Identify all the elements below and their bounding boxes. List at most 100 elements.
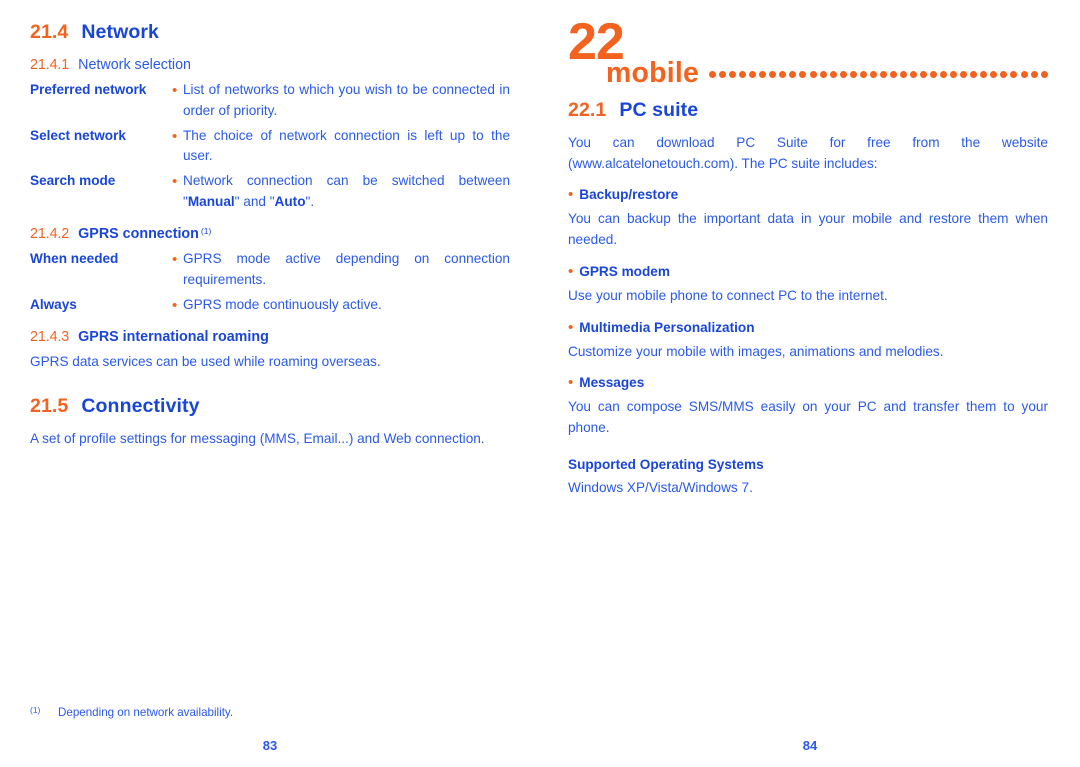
bullet-icon: •	[568, 318, 574, 336]
leader-dot	[950, 71, 958, 78]
leader-dot	[940, 71, 948, 78]
subsection-title: GPRS international roaming	[78, 329, 269, 346]
leader-dot	[1020, 71, 1028, 78]
leader-dot	[839, 71, 847, 78]
manual-page-spread: 21.4 Network 21.4.1 Network selection Pref…	[0, 0, 1080, 767]
page-number-left: 83	[262, 738, 278, 753]
feature-body-multimedia-personalization: Customize your mobile with images, anima…	[568, 343, 944, 359]
subsection-heading-gprs-roaming: 21.4.3 GPRS international roaming	[30, 329, 510, 346]
section-title: PC suite	[619, 99, 699, 121]
leader-dot	[1030, 71, 1038, 78]
feature-heading-label: GPRS modem	[579, 263, 670, 279]
section-number: 22.1	[568, 99, 607, 121]
supported-os-heading: Supported Operating Systems	[568, 456, 764, 472]
leader-dot	[879, 71, 887, 78]
definition-description: List of networks to which you wish to be…	[183, 81, 510, 118]
definition-description: The choice of network connection is left…	[183, 127, 510, 164]
subsection-heading-gprs-connection: 21.4.2 GPRS connection (1)	[30, 226, 510, 243]
pc-suite-intro: You can download PC Suite for free from …	[568, 134, 1048, 171]
footnote-text: Depending on network availability.	[58, 705, 234, 719]
subsection-heading-network-selection: 21.4.1 Network selection	[30, 57, 510, 74]
gprs-connection-definition-list: When needed • GPRS mode active depending…	[30, 248, 510, 316]
feature-heading-multimedia-personalization: • Multimedia Personalization	[568, 317, 1048, 340]
leader-dot	[849, 71, 857, 78]
emphasis-term: Auto	[274, 193, 306, 209]
section-number: 21.5	[30, 395, 69, 418]
leader-dot	[749, 71, 757, 78]
leader-dot	[759, 71, 767, 78]
chapter-title: mobile	[606, 58, 700, 88]
leader-dot	[819, 71, 827, 78]
feature-heading-label: Backup/restore	[579, 187, 679, 203]
definition-term: Select network	[30, 127, 126, 143]
leader-dot	[869, 71, 877, 78]
bullet-icon: •	[172, 250, 178, 268]
footnote: (1) Depending on network availability.	[30, 705, 233, 721]
bullet-icon: •	[568, 374, 574, 392]
leader-dot	[1000, 71, 1008, 78]
leader-dot	[809, 71, 817, 78]
section-heading-pc-suite: 22.1 PC suite	[568, 99, 1048, 122]
definition-row: Select network • The choice of network c…	[30, 125, 510, 168]
section-number: 21.4	[30, 21, 69, 43]
leader-dot	[1040, 71, 1048, 78]
chapter-title-row: mobile	[606, 58, 1048, 88]
leader-dot	[990, 71, 998, 78]
leader-dot	[899, 71, 907, 78]
definition-description: Network connection can be switched betwe…	[183, 170, 510, 213]
definition-row: Preferred network • List of networks to …	[30, 79, 510, 122]
page-number-right: 84	[802, 738, 818, 753]
chapter-header: 22 mobile	[568, 16, 1048, 94]
text-run: " and "	[234, 193, 275, 209]
leader-dot	[779, 71, 787, 78]
definition-description: GPRS mode continuously active.	[183, 296, 382, 312]
emphasis-term: Manual	[187, 193, 235, 209]
bullet-icon: •	[172, 81, 178, 99]
leader-dot	[909, 71, 917, 78]
bullet-icon: •	[172, 173, 178, 191]
leader-dot	[920, 71, 928, 78]
feature-body-backup-restore: You can backup the important data in you…	[568, 211, 1048, 248]
feature-body-gprs-modem: Use your mobile phone to connect PC to t…	[568, 287, 888, 303]
connectivity-body: A set of profile settings for messaging …	[30, 431, 485, 447]
section-title: Connectivity	[81, 395, 200, 418]
leader-dot	[889, 71, 897, 78]
definition-row: Always • GPRS mode continuously active.	[30, 294, 510, 317]
bullet-icon: •	[172, 127, 178, 145]
leader-dot	[980, 71, 988, 78]
leader-dot	[789, 71, 797, 78]
section-title: Network	[81, 21, 159, 43]
leader-dot	[729, 71, 737, 78]
subsection-number: 21.4.2	[30, 225, 70, 242]
leader-dot	[1010, 71, 1018, 78]
bullet-icon: •	[568, 186, 574, 204]
bullet-icon: •	[568, 262, 574, 280]
subsection-number: 21.4.3	[30, 329, 70, 346]
leader-dot-row	[709, 71, 1048, 78]
left-page: 21.4 Network 21.4.1 Network selection Pref…	[0, 0, 540, 767]
subsection-title: GPRS connection	[78, 225, 199, 242]
feature-heading-label: Messages	[579, 375, 645, 391]
feature-body-messages: You can compose SMS/MMS easily on your P…	[568, 399, 1048, 436]
text-run: ".	[305, 193, 315, 209]
leader-dot	[859, 71, 867, 78]
footnote-marker: (1)	[200, 226, 212, 237]
definition-row: When needed • GPRS mode active depending…	[30, 248, 510, 291]
leader-dot	[960, 71, 968, 78]
leader-dot	[719, 71, 727, 78]
leader-dot	[709, 71, 717, 78]
leader-dot	[739, 71, 747, 78]
section-heading-network: 21.4 Network	[30, 21, 510, 44]
definition-term: Always	[30, 296, 77, 312]
footnote-marker: (1)	[30, 704, 41, 715]
leader-dot	[970, 71, 978, 78]
feature-heading-messages: • Messages	[568, 372, 1048, 395]
leader-dot	[829, 71, 837, 78]
subsection-title: Network selection	[78, 56, 191, 73]
supported-os-body: Windows XP/Vista/Windows 7.	[568, 479, 753, 495]
definition-row: Search mode • Network connection can be …	[30, 170, 510, 213]
bullet-icon: •	[172, 296, 178, 314]
leader-dot	[930, 71, 938, 78]
leader-dots	[709, 58, 1048, 82]
leader-dot	[769, 71, 777, 78]
